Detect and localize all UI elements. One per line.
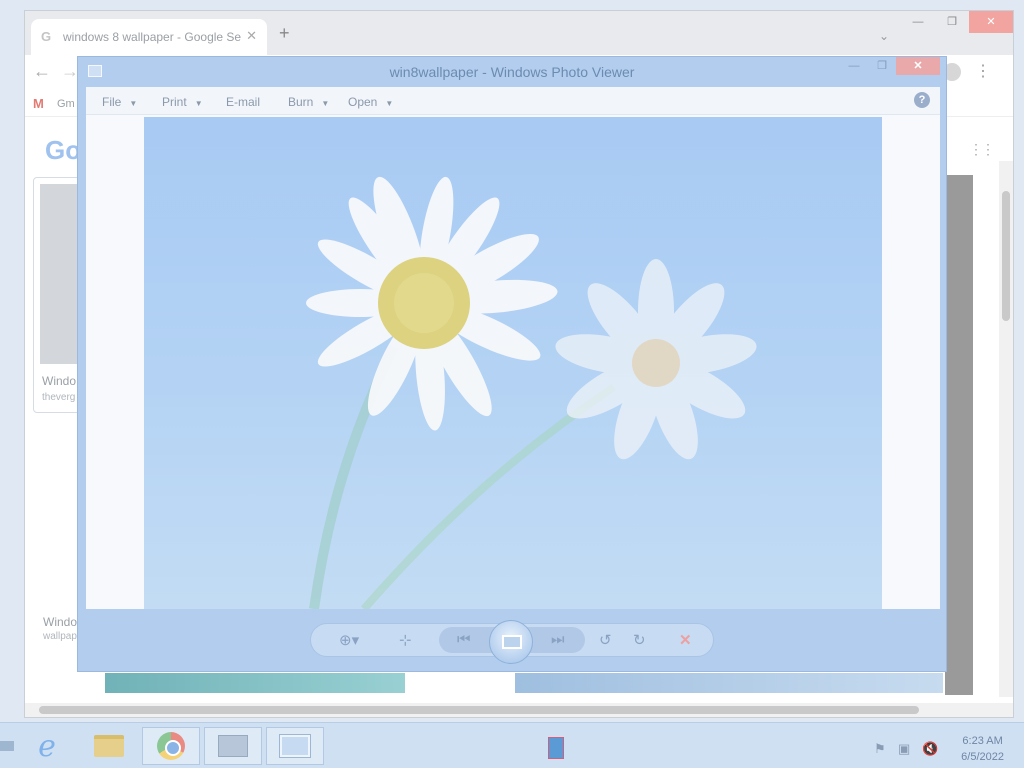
dropdown-arrow-icon: ▼ xyxy=(194,99,203,108)
google-logo[interactable]: Go xyxy=(45,135,81,166)
image-result-thumbnail[interactable] xyxy=(105,673,405,693)
menu-burn[interactable]: Burn ▼ xyxy=(288,95,329,109)
photo-canvas xyxy=(86,115,940,609)
maximize-button[interactable]: ❐ xyxy=(868,57,896,75)
daisy-image xyxy=(306,176,757,609)
dropdown-arrow-icon: ▼ xyxy=(321,99,330,108)
zoom-icon[interactable]: ⊕▾ xyxy=(339,631,359,649)
show-desktop-edge[interactable] xyxy=(0,741,14,751)
google-favicon-icon: G xyxy=(41,29,52,44)
minimize-button[interactable]: — xyxy=(840,57,868,75)
action-center-flag-icon[interactable]: ⚑ xyxy=(874,741,886,757)
chrome-close-button[interactable]: ✕ xyxy=(969,11,1013,33)
menu-label: Burn xyxy=(288,95,314,109)
photo-viewer-titlebar[interactable]: win8wallpaper - Windows Photo Viewer — ❐… xyxy=(78,57,946,87)
clock-time: 6:23 AM xyxy=(962,735,1003,747)
horizontal-scrollbar-thumb[interactable] xyxy=(39,706,919,714)
image-result-title[interactable]: Windo xyxy=(43,615,77,629)
menu-label: Open xyxy=(348,95,378,109)
dropdown-arrow-icon: ▼ xyxy=(129,99,138,108)
menu-label: Print xyxy=(162,95,187,109)
menu-email[interactable]: E-mail xyxy=(226,95,260,109)
image-result-title: Windo xyxy=(42,374,77,388)
menu-label: E-mail xyxy=(226,95,261,109)
horizontal-scrollbar[interactable] xyxy=(25,703,1013,717)
network-icon[interactable]: ▣ xyxy=(898,741,910,757)
next-icon[interactable]: ⏭ xyxy=(551,631,565,648)
folder-icon xyxy=(94,735,124,757)
chrome-menu-icon[interactable]: ⋮ xyxy=(975,61,991,81)
google-apps-icon[interactable]: ⋮⋮ xyxy=(969,141,995,158)
chrome-minimize-button[interactable]: — xyxy=(901,11,935,33)
volume-muted-icon[interactable]: 🔇 xyxy=(922,741,938,757)
delete-icon[interactable]: ✕ xyxy=(679,631,692,649)
menu-file[interactable]: File ▼ xyxy=(102,95,137,109)
help-icon[interactable]: ? xyxy=(914,92,930,108)
window-title: win8wallpaper - Windows Photo Viewer xyxy=(389,64,635,80)
chrome-tab-close-icon[interactable]: ✕ xyxy=(246,28,257,44)
menu-print[interactable]: Print ▼ xyxy=(162,95,203,109)
gmail-icon[interactable]: M xyxy=(33,96,44,111)
internet-explorer-icon: e xyxy=(38,728,56,764)
rotate-counterclockwise-icon[interactable]: ↺ xyxy=(599,631,612,649)
menu-open[interactable]: Open ▼ xyxy=(348,95,393,109)
vertical-scrollbar-thumb[interactable] xyxy=(1002,191,1010,321)
vertical-scrollbar[interactable] xyxy=(999,161,1013,697)
tab-search-chevron-icon[interactable]: ⌄ xyxy=(879,29,889,43)
chrome-window-controls: — ❐ ✕ xyxy=(901,11,1013,33)
chrome-icon xyxy=(157,732,185,760)
photo-viewer-window-controls: — ❐ ✕ xyxy=(840,57,940,75)
dropdown-arrow-icon: ▼ xyxy=(385,99,394,108)
chrome-tab[interactable]: G windows 8 wallpaper - Google Se ✕ xyxy=(31,19,267,55)
taskbar-chrome[interactable] xyxy=(142,727,200,765)
chrome-tab-bar: G windows 8 wallpaper - Google Se ✕ + ⌄ … xyxy=(25,11,1013,55)
wallpaper-photo xyxy=(144,117,882,609)
menu-label: File xyxy=(102,95,122,109)
slideshow-button[interactable] xyxy=(489,620,533,664)
system-clock[interactable]: 6:23 AM 6/5/2022 xyxy=(961,733,1004,765)
image-result-source: theverg xyxy=(42,392,76,403)
previous-icon[interactable]: ⏮ xyxy=(457,631,471,648)
bookmark-gmail[interactable]: Gm xyxy=(57,98,75,110)
chrome-tab-title: windows 8 wallpaper - Google Se xyxy=(63,30,242,44)
taskbar: e ⚑ ▣ 🔇 6:23 AM 6/5/2022 xyxy=(0,722,1024,768)
back-arrow-icon[interactable]: ← xyxy=(33,61,51,82)
photo-viewer-menubar: File ▼ Print ▼ E-mail Burn ▼ Open ▼ ? xyxy=(86,87,940,115)
photo-viewer-controls: ⊕▾ ⊹ ⏮ ⏭ ↺ ↻ ✕ xyxy=(310,620,714,664)
clock-date: 6/5/2022 xyxy=(961,751,1004,763)
chrome-maximize-button[interactable]: ❐ xyxy=(935,11,969,33)
photo-viewer-window: win8wallpaper - Windows Photo Viewer — ❐… xyxy=(77,56,947,672)
image-result-source: wallpap xyxy=(43,631,77,642)
taskbar-marker-icon[interactable] xyxy=(548,737,564,759)
taskbar-internet-explorer[interactable]: e xyxy=(18,727,76,765)
rotate-clockwise-icon[interactable]: ↻ xyxy=(633,631,646,649)
actual-size-icon[interactable]: ⊹ xyxy=(399,631,412,649)
slideshow-icon xyxy=(502,635,522,649)
remote-desktop-icon xyxy=(218,735,248,757)
close-button[interactable]: ✕ xyxy=(896,57,940,75)
image-result-thumbnail[interactable] xyxy=(945,175,973,695)
taskbar-remote-desktop[interactable] xyxy=(204,727,262,765)
taskbar-photo-viewer[interactable] xyxy=(266,727,324,765)
image-result-thumbnail[interactable] xyxy=(515,673,943,693)
photo-viewer-icon xyxy=(279,734,311,758)
new-tab-button[interactable]: + xyxy=(279,24,290,42)
taskbar-file-explorer[interactable] xyxy=(80,727,138,765)
